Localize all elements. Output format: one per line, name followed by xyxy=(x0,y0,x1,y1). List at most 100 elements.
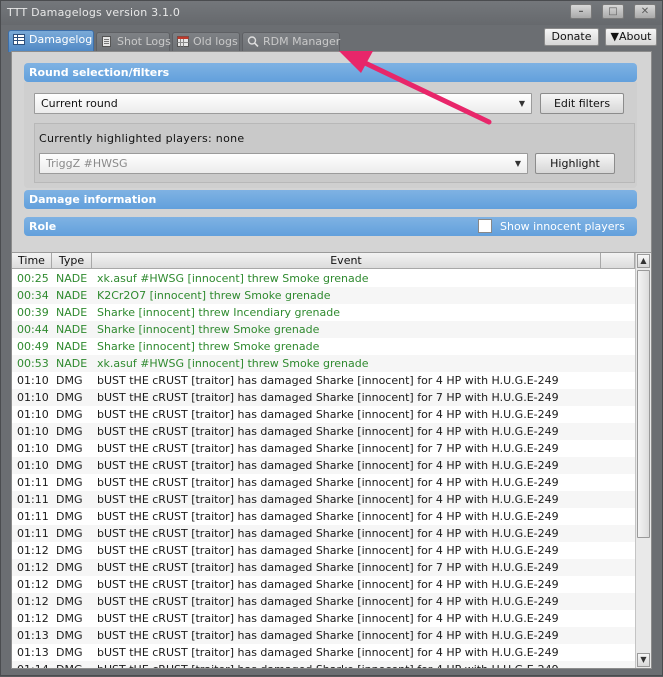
donate-button[interactable]: Donate xyxy=(544,28,599,46)
row-time: 00:34 xyxy=(17,289,49,302)
table-row[interactable]: 01:12 DMG bUST tHE cRUST [traitor] has dam… xyxy=(12,576,635,593)
log-scrollbar[interactable]: ▲ ▼ xyxy=(635,253,651,668)
row-event: bUST tHE cRUST [traitor] has damaged Sha… xyxy=(97,544,559,557)
edit-filters-button[interactable]: Edit filters xyxy=(540,93,624,114)
row-type: DMG xyxy=(56,493,83,506)
highlight-button[interactable]: Highlight xyxy=(535,153,615,174)
row-type: DMG xyxy=(56,442,83,455)
chevron-down-icon: ▼ xyxy=(518,99,525,108)
scroll-up-icon[interactable]: ▲ xyxy=(637,254,650,268)
table-row[interactable]: 01:14 DMG bUST tHE cRUST [traitor] has dam… xyxy=(12,661,635,668)
row-event: K2Cr2O7 [innocent] threw Smoke grenade xyxy=(97,289,331,302)
round-select[interactable]: Current round ▼ xyxy=(34,93,532,114)
maximize-button[interactable]: □ xyxy=(602,4,624,19)
row-time: 00:49 xyxy=(17,340,49,353)
window-title: TTT Damagelogs version 3.1.0 xyxy=(7,6,181,19)
table-row[interactable]: 01:12 DMG bUST tHE cRUST [traitor] has dam… xyxy=(12,610,635,627)
table-row[interactable]: 01:12 DMG bUST tHE cRUST [traitor] has dam… xyxy=(12,593,635,610)
table-row[interactable]: 01:13 DMG bUST tHE cRUST [traitor] has dam… xyxy=(12,644,635,661)
row-time: 01:10 xyxy=(17,459,49,472)
round-select-value: Current round xyxy=(41,97,118,110)
row-event: Sharke [innocent] threw Smoke grenade xyxy=(97,340,320,353)
row-type: DMG xyxy=(56,425,83,438)
table-row[interactable]: 01:10 DMG bUST tHE cRUST [traitor] has dam… xyxy=(12,389,635,406)
table-row[interactable]: 01:13 DMG bUST tHE cRUST [traitor] has dam… xyxy=(12,627,635,644)
row-event: xk.asuf #HWSG [innocent] threw Smoke gre… xyxy=(97,357,369,370)
log-rows: 00:25 NADE xk.asuf #HWSG [innocent] threw … xyxy=(12,270,635,668)
table-row[interactable]: 00:49 NADE Sharke [innocent] threw Smoke g… xyxy=(12,338,635,355)
tab-shot-logs[interactable]: Shot Logs xyxy=(96,32,171,51)
row-time: 01:10 xyxy=(17,425,49,438)
damage-information-header[interactable]: Damage information xyxy=(24,190,637,209)
about-button[interactable]: ▼About xyxy=(605,28,657,46)
show-innocent-checkbox[interactable] xyxy=(478,219,492,233)
row-time: 01:10 xyxy=(17,391,49,404)
table-row[interactable]: 01:10 DMG bUST tHE cRUST [traitor] has dam… xyxy=(12,423,635,440)
row-type: DMG xyxy=(56,510,83,523)
highlight-panel: Currently highlighted players: none Trig… xyxy=(34,123,635,183)
row-time: 00:25 xyxy=(17,272,49,285)
table-row[interactable]: 01:11 DMG bUST tHE cRUST [traitor] has dam… xyxy=(12,474,635,491)
tab-rdm-manager[interactable]: RDM Manager xyxy=(242,32,340,51)
table-row[interactable]: 00:34 NADE K2Cr2O7 [innocent] threw Smoke … xyxy=(12,287,635,304)
row-event: bUST tHE cRUST [traitor] has damaged Sha… xyxy=(97,442,559,455)
row-type: NADE xyxy=(56,323,88,336)
row-type: DMG xyxy=(56,391,83,404)
table-row[interactable]: 01:10 DMG bUST tHE cRUST [traitor] has dam… xyxy=(12,440,635,457)
row-time: 00:39 xyxy=(17,306,49,319)
scroll-down-icon[interactable]: ▼ xyxy=(637,653,650,667)
row-event: bUST tHE cRUST [traitor] has damaged Sha… xyxy=(97,646,559,659)
table-row[interactable]: 01:11 DMG bUST tHE cRUST [traitor] has dam… xyxy=(12,508,635,525)
row-time: 01:12 xyxy=(17,595,49,608)
row-event: bUST tHE cRUST [traitor] has damaged Sha… xyxy=(97,493,559,506)
table-row[interactable]: 01:12 DMG bUST tHE cRUST [traitor] has dam… xyxy=(12,542,635,559)
table-row[interactable]: 01:11 DMG bUST tHE cRUST [traitor] has dam… xyxy=(12,525,635,542)
column-header-extra xyxy=(601,253,635,269)
table-row[interactable]: 00:53 NADE xk.asuf #HWSG [innocent] threw … xyxy=(12,355,635,372)
row-time: 01:12 xyxy=(17,612,49,625)
row-time: 01:12 xyxy=(17,561,49,574)
row-event: Sharke [innocent] threw Incendiary grena… xyxy=(97,306,340,319)
table-row[interactable]: 00:39 NADE Sharke [innocent] threw Incendi… xyxy=(12,304,635,321)
tab-old-logs[interactable]: Old logs xyxy=(172,32,240,51)
table-row[interactable]: 01:11 DMG bUST tHE cRUST [traitor] has dam… xyxy=(12,491,635,508)
role-header: Role Show innocent players xyxy=(24,217,637,236)
row-event: bUST tHE cRUST [traitor] has damaged Sha… xyxy=(97,374,559,387)
table-row[interactable]: 01:10 DMG bUST tHE cRUST [traitor] has dam… xyxy=(12,406,635,423)
damagelogs-window: TTT Damagelogs version 3.1.0 – □ ✕ Donat… xyxy=(0,0,663,676)
table-row[interactable]: 01:12 DMG bUST tHE cRUST [traitor] has dam… xyxy=(12,559,635,576)
row-time: 00:53 xyxy=(17,357,49,370)
player-select[interactable]: TriggZ #HWSG ▼ xyxy=(39,153,528,174)
row-type: NADE xyxy=(56,272,88,285)
row-event: bUST tHE cRUST [traitor] has damaged Sha… xyxy=(97,629,559,642)
tab-damagelog[interactable]: Damagelog xyxy=(8,30,94,52)
show-innocent-label: Show innocent players xyxy=(500,220,625,233)
row-time: 01:11 xyxy=(17,476,49,489)
scroll-thumb[interactable] xyxy=(637,270,650,538)
table-row[interactable]: 00:25 NADE xk.asuf #HWSG [innocent] threw … xyxy=(12,270,635,287)
row-event: bUST tHE cRUST [traitor] has damaged Sha… xyxy=(97,612,559,625)
table-row[interactable]: 00:44 NADE Sharke [innocent] threw Smoke g… xyxy=(12,321,635,338)
round-selection-header[interactable]: Round selection/filters xyxy=(24,63,637,82)
title-bar[interactable]: TTT Damagelogs version 3.1.0 – □ ✕ xyxy=(1,1,662,25)
table-row[interactable]: 01:10 DMG bUST tHE cRUST [traitor] has dam… xyxy=(12,372,635,389)
column-header-type[interactable]: Type xyxy=(52,253,92,269)
row-type: DMG xyxy=(56,459,83,472)
minimize-button[interactable]: – xyxy=(570,4,592,19)
row-event: xk.asuf #HWSG [innocent] threw Smoke gre… xyxy=(97,272,369,285)
row-event: bUST tHE cRUST [traitor] has damaged Sha… xyxy=(97,408,559,421)
tab-label: Old logs xyxy=(193,35,238,48)
column-header-time[interactable]: Time xyxy=(12,253,52,269)
table-row[interactable]: 01:10 DMG bUST tHE cRUST [traitor] has dam… xyxy=(12,457,635,474)
tab-label: Shot Logs xyxy=(117,35,171,48)
row-type: NADE xyxy=(56,306,88,319)
chevron-down-icon: ▼ xyxy=(514,159,521,168)
row-event: bUST tHE cRUST [traitor] has damaged Sha… xyxy=(97,595,559,608)
row-time: 01:10 xyxy=(17,442,49,455)
column-header-event[interactable]: Event xyxy=(92,253,601,269)
row-time: 00:44 xyxy=(17,323,49,336)
close-button[interactable]: ✕ xyxy=(634,4,656,19)
damagelog-panel: Round selection/filters Current round ▼ … xyxy=(11,51,652,669)
player-select-value: TriggZ #HWSG xyxy=(46,157,128,170)
document-icon xyxy=(101,35,113,47)
